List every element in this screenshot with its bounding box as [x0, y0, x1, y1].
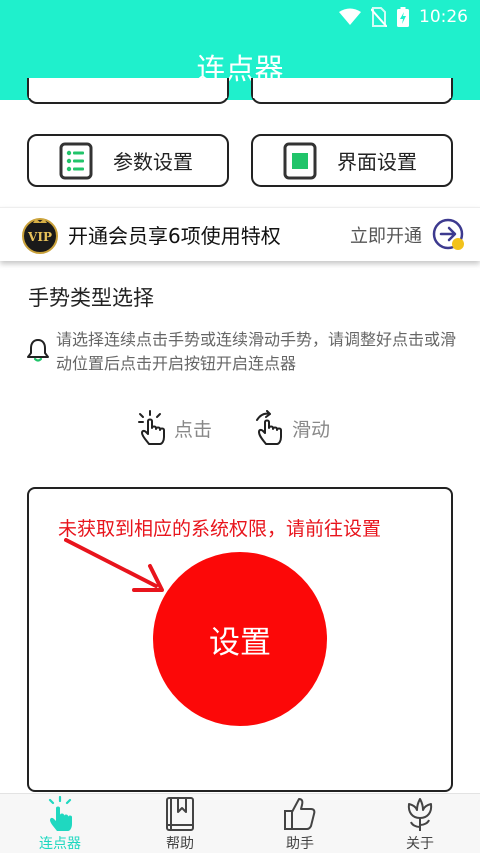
interface-square-icon — [283, 142, 317, 179]
tap-hand-icon — [138, 410, 165, 445]
partial-button-right[interactable] — [251, 78, 453, 104]
gesture-option-click[interactable]: 点击 — [136, 410, 212, 446]
nav-label-help: 帮助 — [166, 836, 194, 852]
vip-badge-icon: VIP — [22, 217, 58, 254]
vip-promo-text: 开通会员享6项使用特权 — [68, 224, 281, 248]
flower-icon — [407, 798, 433, 831]
tap-hand-icon — [48, 796, 72, 831]
nav-label-clicker: 连点器 — [39, 836, 81, 852]
gesture-click-label: 点击 — [174, 418, 213, 441]
vip-badge-text: VIP — [27, 230, 52, 244]
nav-item-about[interactable]: 关于 — [360, 794, 480, 853]
params-settings-button[interactable]: 参数设置 — [27, 134, 229, 187]
battery-charging-icon — [397, 7, 409, 27]
bottom-nav: 连点器 帮助 助手 关于 — [0, 793, 480, 853]
vip-open-link[interactable]: 立即开通 — [350, 222, 422, 248]
list-settings-icon — [59, 142, 93, 179]
nav-label-assistant: 助手 — [286, 836, 314, 852]
gesture-slide-label: 滑动 — [292, 418, 331, 441]
status-time: 10:26 — [419, 7, 468, 27]
thumbs-up-icon — [284, 798, 316, 830]
arrow-circle-icon[interactable] — [432, 218, 466, 252]
swipe-hand-icon — [256, 410, 282, 445]
params-settings-label: 参数设置 — [113, 150, 193, 174]
gesture-section-title: 手势类型选择 — [28, 286, 154, 310]
book-icon — [166, 797, 194, 831]
nav-label-about: 关于 — [406, 836, 434, 852]
nav-item-clicker[interactable]: 连点器 — [0, 794, 120, 853]
bell-icon — [27, 339, 49, 362]
vip-banner[interactable]: VIP 开通会员享6项使用特权 立即开通 — [0, 207, 480, 261]
pointer-arrow-icon — [64, 538, 164, 592]
wifi-icon — [339, 8, 361, 25]
gesture-hint-text: 请选择连续点击手势或连续滑动手势，请调整好点击或滑动位置后点击开启按钮开启连点器 — [56, 330, 457, 373]
gesture-option-slide[interactable]: 滑动 — [254, 410, 330, 446]
permission-warning: 未获取到相应的系统权限，请前往设置 — [58, 518, 382, 540]
settings-button[interactable]: 设置 — [153, 552, 327, 726]
status-bar: 10:26 — [339, 0, 480, 34]
interface-settings-button[interactable]: 界面设置 — [251, 134, 453, 187]
partial-button-left[interactable] — [27, 78, 229, 104]
nav-item-assistant[interactable]: 助手 — [240, 794, 360, 853]
interface-settings-label: 界面设置 — [337, 150, 417, 174]
nav-item-help[interactable]: 帮助 — [120, 794, 240, 853]
no-sim-icon — [371, 7, 387, 27]
